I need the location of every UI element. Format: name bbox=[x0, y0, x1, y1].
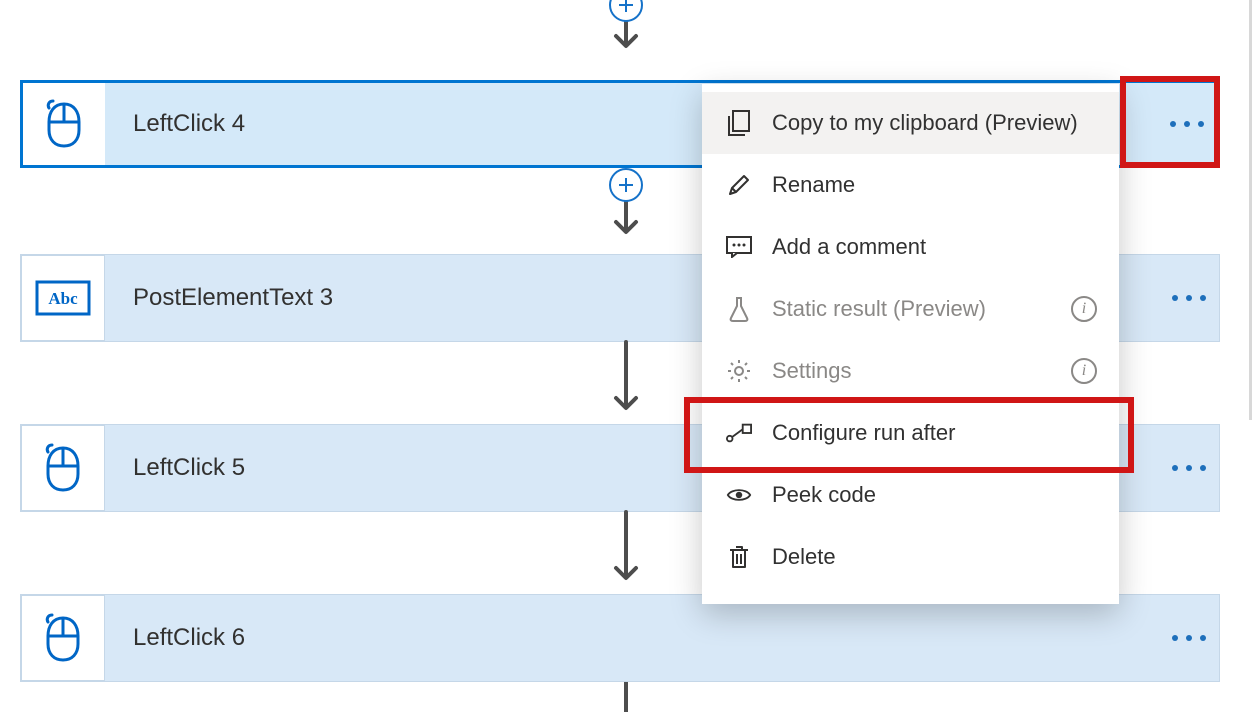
menu-delete[interactable]: Delete bbox=[702, 526, 1119, 588]
ellipsis-icon bbox=[1172, 295, 1206, 301]
menu-add-comment[interactable]: Add a comment bbox=[702, 216, 1119, 278]
mouse-icon bbox=[23, 83, 105, 165]
add-step-button[interactable] bbox=[609, 0, 643, 22]
info-icon[interactable]: i bbox=[1071, 296, 1097, 322]
connector-0 bbox=[609, 0, 643, 54]
pencil-icon bbox=[726, 172, 752, 198]
ellipsis-icon bbox=[1170, 121, 1204, 127]
menu-configure-run-after[interactable]: Configure run after bbox=[702, 402, 1119, 464]
arrow-down-icon bbox=[609, 200, 643, 240]
menu-item-label: Delete bbox=[772, 544, 836, 570]
abc-icon: Abc bbox=[21, 255, 105, 341]
menu-item-label: Settings bbox=[772, 358, 852, 384]
mouse-icon bbox=[21, 425, 105, 511]
arrow-down-icon bbox=[609, 340, 643, 418]
menu-static-result: Static result (Preview) i bbox=[702, 278, 1119, 340]
flow-canvas: LeftClick 4 Abc PostElementText 3 LeftCl… bbox=[0, 0, 1252, 712]
menu-item-label: Peek code bbox=[772, 482, 876, 508]
gear-icon bbox=[726, 358, 752, 384]
info-icon[interactable]: i bbox=[1071, 358, 1097, 384]
action-title: LeftClick 6 bbox=[133, 624, 1159, 652]
trash-icon bbox=[726, 544, 752, 570]
action-menu-button[interactable] bbox=[1159, 255, 1219, 341]
menu-rename[interactable]: Rename bbox=[702, 154, 1119, 216]
line-icon bbox=[609, 682, 643, 712]
arrow-down-icon bbox=[609, 510, 643, 588]
menu-item-label: Copy to my clipboard (Preview) bbox=[772, 110, 1078, 136]
run-after-icon bbox=[726, 420, 752, 446]
eye-icon bbox=[726, 482, 752, 508]
action-card-leftclick-6[interactable]: LeftClick 6 bbox=[20, 594, 1220, 682]
action-menu-button[interactable] bbox=[1157, 83, 1217, 165]
clipboard-icon bbox=[726, 110, 752, 136]
arrow-down-icon bbox=[609, 20, 643, 54]
connector-4 bbox=[609, 682, 643, 712]
comment-icon bbox=[726, 234, 752, 260]
svg-text:Abc: Abc bbox=[48, 289, 78, 308]
action-menu-button[interactable] bbox=[1159, 425, 1219, 511]
menu-item-label: Configure run after bbox=[772, 420, 955, 446]
connector-1 bbox=[609, 168, 643, 240]
mouse-icon bbox=[21, 595, 105, 681]
menu-item-label: Rename bbox=[772, 172, 855, 198]
connector-2 bbox=[609, 342, 643, 418]
menu-peek-code[interactable]: Peek code bbox=[702, 464, 1119, 526]
ellipsis-icon bbox=[1172, 465, 1206, 471]
menu-item-label: Static result (Preview) bbox=[772, 296, 986, 322]
menu-copy-clipboard[interactable]: Copy to my clipboard (Preview) bbox=[702, 92, 1119, 154]
ellipsis-icon bbox=[1172, 635, 1206, 641]
action-context-menu: Copy to my clipboard (Preview) Rename Ad… bbox=[702, 84, 1119, 604]
add-step-button[interactable] bbox=[609, 168, 643, 202]
menu-settings: Settings i bbox=[702, 340, 1119, 402]
flask-icon bbox=[726, 296, 752, 322]
action-menu-button[interactable] bbox=[1159, 595, 1219, 681]
connector-3 bbox=[609, 512, 643, 588]
menu-item-label: Add a comment bbox=[772, 234, 926, 260]
